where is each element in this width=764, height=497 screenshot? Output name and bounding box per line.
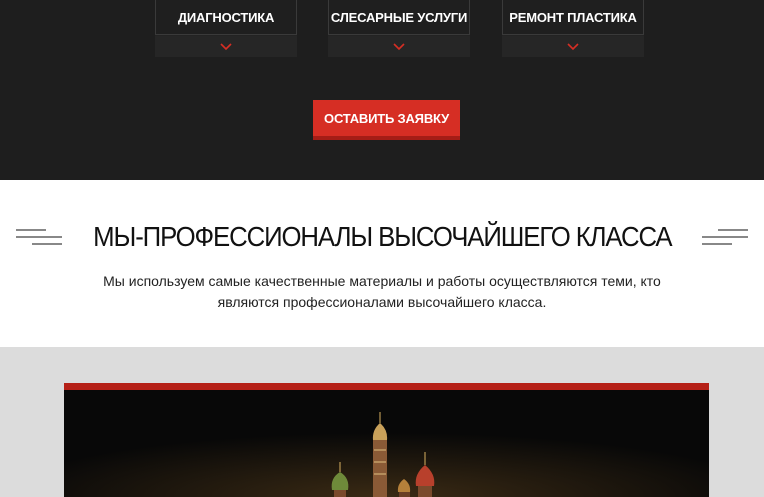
cathedral-illustration [64, 390, 709, 497]
section-heading-row: МЫ-ПРОФЕССИОНАЛЫ ВЫСОЧАЙШЕГО КЛАССА [0, 216, 764, 258]
service-expand-toggle[interactable] [328, 36, 470, 57]
service-card-plastic-repair[interactable]: РЕМОНТ ПЛАСТИКА [502, 0, 644, 57]
service-label-box: РЕМОНТ ПЛАСТИКА [502, 0, 644, 35]
service-expand-toggle[interactable] [155, 36, 297, 57]
description-line: являются профессионалами высочайшего кла… [217, 294, 547, 310]
service-label-box: СЛЕСАРНЫЕ УСЛУГИ [328, 0, 470, 35]
chevron-down-icon [220, 42, 232, 50]
description-line: Мы используем самые качественные материа… [103, 273, 661, 289]
submit-request-button[interactable]: ОСТАВИТЬ ЗАЯВКУ [313, 100, 460, 140]
chevron-down-icon [393, 42, 405, 50]
service-label: ДИАГНОСТИКА [177, 9, 275, 25]
service-expand-toggle[interactable] [502, 36, 644, 57]
chevron-down-icon [567, 42, 579, 50]
triple-line-decoration-left-icon [15, 229, 62, 245]
service-label: СЛЕСАРНЫЕ УСЛУГИ [330, 9, 468, 25]
cathedral-night-photo [64, 383, 709, 497]
service-label: РЕМОНТ ПЛАСТИКА [509, 9, 637, 25]
service-card-diagnostics[interactable]: ДИАГНОСТИКА [155, 0, 297, 57]
service-card-locksmith[interactable]: СЛЕСАРНЫЕ УСЛУГИ [328, 0, 470, 57]
gallery-section [0, 347, 764, 497]
section-description: Мы используем самые качественные материа… [60, 271, 704, 313]
service-label-box: ДИАГНОСТИКА [155, 0, 297, 35]
services-section: ДИАГНОСТИКА СЛЕСАРНЫЕ УСЛУГИ РЕМОНТ ПЛАС… [0, 0, 764, 180]
section-title: МЫ-ПРОФЕССИОНАЛЫ ВЫСОЧАЙШЕГО КЛАССА [92, 221, 672, 252]
professionals-section: МЫ-ПРОФЕССИОНАЛЫ ВЫСОЧАЙШЕГО КЛАССА Мы и… [0, 180, 764, 347]
triple-line-decoration-right-icon [702, 229, 749, 245]
